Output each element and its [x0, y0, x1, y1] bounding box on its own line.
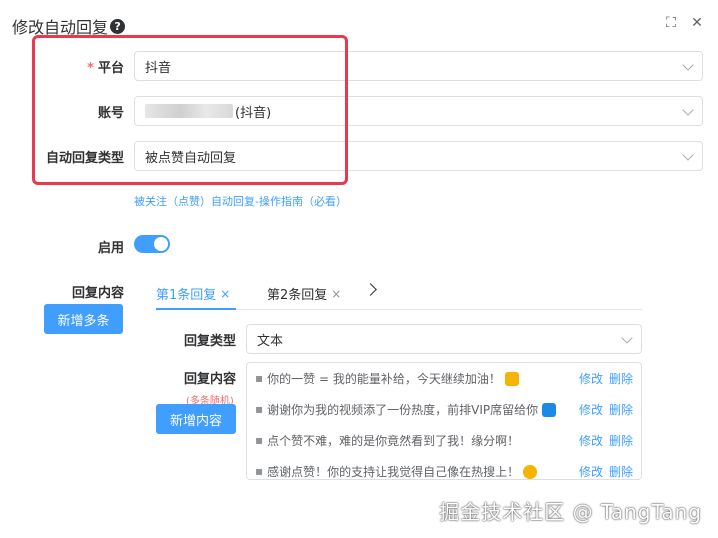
guide-link[interactable]: 被关注（点赞）自动回复-操作指南（必看）: [134, 193, 347, 209]
close-icon[interactable]: ×: [220, 287, 230, 301]
required-mark: *: [87, 61, 94, 76]
sub-reply-type-value: 文本: [257, 333, 284, 349]
window-controls: ⛶ ✕: [664, 15, 704, 31]
account-label: 账号: [97, 106, 124, 121]
delete-link[interactable]: 删除: [609, 432, 633, 449]
platform-label-text: 平台: [97, 61, 124, 76]
close-icon[interactable]: ×: [331, 287, 341, 301]
tab-reply-2[interactable]: 第2条回复 ×: [267, 284, 341, 304]
bullet: ▪: [255, 464, 264, 478]
edit-link[interactable]: 修改: [579, 370, 603, 387]
reply-list: ▪ 你的一赞 = 我的能量补给，今天继续加油！ 修改 删除 ▪ 谢谢你为我的视频…: [246, 362, 642, 480]
reply-text: 谢谢你为我的视频添了一份热度，前排VIP席留给你: [267, 401, 573, 418]
account-platform-suffix: (抖音): [235, 105, 272, 121]
reply-content-label: 回复内容: [71, 286, 124, 301]
platform-value: 抖音: [145, 60, 172, 76]
close-icon[interactable]: ✕: [690, 15, 704, 31]
enabled-switch[interactable]: [134, 235, 170, 253]
active-tab-indicator: [156, 308, 236, 310]
platform-select[interactable]: 抖音: [134, 51, 703, 81]
reply-text: 点个赞不难，难的是你竟然看到了我！缘分啊！: [267, 433, 520, 448]
chevron-down-icon: [682, 104, 694, 116]
reply-tabs: 第1条回复 × 第2条回复 ×: [156, 278, 642, 310]
list-item: ▪ 点个赞不难，难的是你竟然看到了我！缘分啊！ 修改 删除: [255, 430, 633, 450]
list-item: ▪ 谢谢你为我的视频添了一份热度，前排VIP席留给你 修改 删除: [255, 399, 633, 419]
platform-label: * 平台: [0, 57, 124, 76]
sub-reply-content-label: 回复内容: [183, 372, 236, 387]
chevron-right-icon[interactable]: [364, 283, 377, 296]
edit-link[interactable]: 修改: [579, 432, 603, 449]
reply-type-value: 被点赞自动回复: [145, 150, 237, 166]
reply-text: 感谢点赞！你的支持让我觉得自己像在热搜上！: [267, 463, 573, 479]
flex-emoji-icon: [504, 372, 519, 386]
bullet: ▪: [255, 433, 264, 447]
tab-reply-1[interactable]: 第1条回复 ×: [156, 284, 230, 304]
tab-reply-1-label: 第1条回复: [156, 288, 217, 303]
bullet: ▪: [255, 402, 264, 416]
dialog-title-text: 修改自动回复: [12, 18, 109, 37]
chevron-down-icon: [682, 149, 694, 161]
reply-text: 你的一赞 = 我的能量补给，今天继续加油！: [267, 370, 573, 387]
add-multiple-button[interactable]: 新增多条: [44, 304, 123, 334]
list-item: ▪ 感谢点赞！你的支持让我觉得自己像在热搜上！ 修改 删除: [255, 461, 633, 480]
account-select[interactable]: (抖音): [134, 96, 703, 126]
edit-link[interactable]: 修改: [579, 401, 603, 418]
delete-link[interactable]: 删除: [609, 463, 633, 480]
ticket-emoji-icon: [542, 403, 557, 417]
delete-link[interactable]: 删除: [609, 370, 633, 387]
bullet: ▪: [255, 371, 264, 385]
smile-emoji-icon: [523, 465, 538, 479]
chevron-down-icon: [621, 332, 633, 344]
sub-reply-type-select[interactable]: 文本: [246, 324, 642, 354]
tab-reply-2-label: 第2条回复: [267, 288, 328, 303]
edit-auto-reply-dialog: 修改自动回复 ? ⛶ ✕ * 平台 抖音 账号 (抖音) 自动回复类型 被点赞自动…: [0, 0, 718, 538]
chevron-down-icon: [682, 59, 694, 71]
edit-link[interactable]: 修改: [579, 463, 603, 480]
watermark: 掘金技术社区 @ TangTang: [439, 500, 702, 524]
delete-link[interactable]: 删除: [609, 401, 633, 418]
reply-type-label: 自动回复类型: [45, 151, 124, 166]
account-name-redacted: [145, 104, 233, 118]
list-item: ▪ 你的一赞 = 我的能量补给，今天继续加油！ 修改 删除: [255, 368, 633, 388]
reply-type-select[interactable]: 被点赞自动回复: [134, 141, 703, 171]
dialog-title: 修改自动回复 ?: [12, 14, 126, 38]
help-icon[interactable]: ?: [110, 18, 126, 34]
fullscreen-icon[interactable]: ⛶: [664, 15, 678, 31]
sub-reply-type-label: 回复类型: [183, 334, 236, 349]
add-content-button[interactable]: 新增内容: [156, 404, 236, 434]
enabled-label: 启用: [97, 241, 124, 256]
